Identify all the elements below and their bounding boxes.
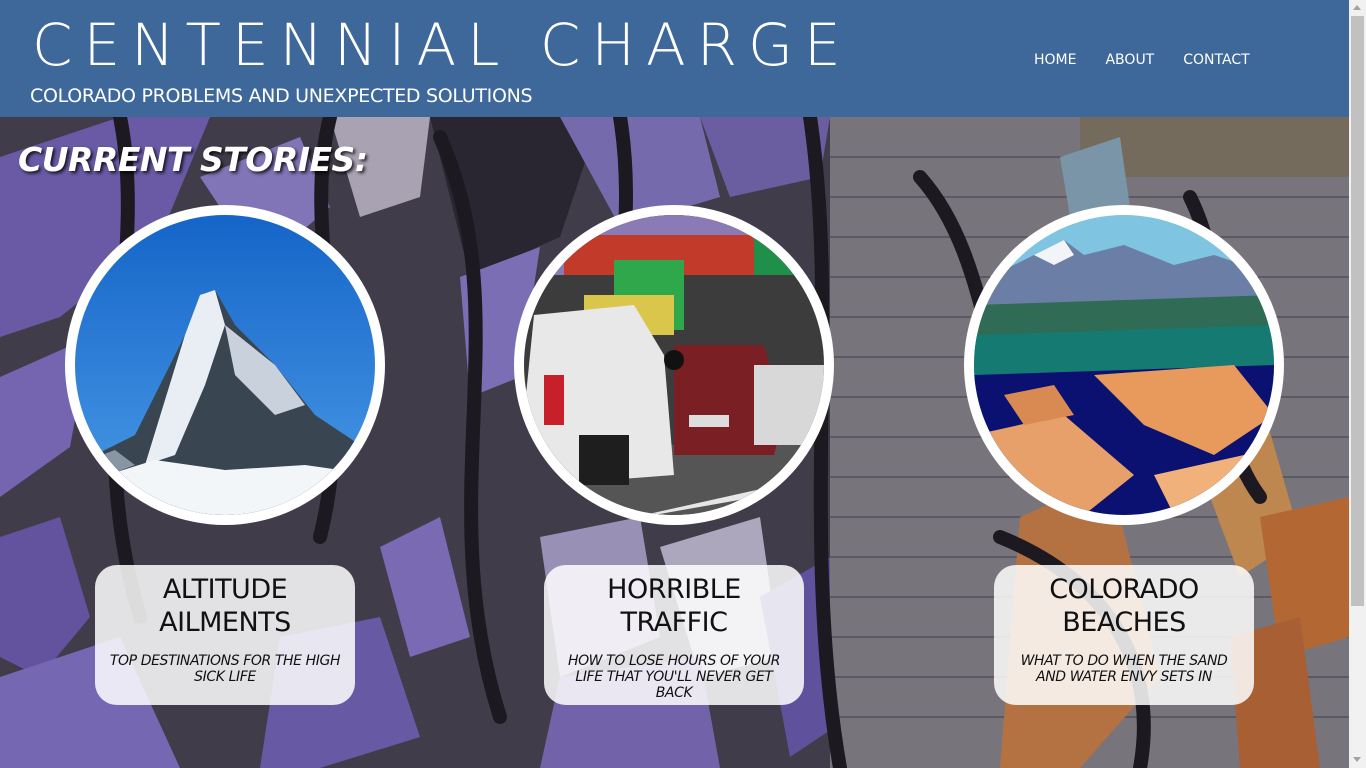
site-header: CENTENNIAL CHARGE COLORADO PROBLEMS AND … (0, 0, 1349, 117)
story-altitude-description: TOP DESTINATIONS FOR THE HIGH SICK LIFE (109, 653, 341, 685)
story-altitude-card[interactable]: ALTITUDE AILMENTS TOP DESTINATIONS FOR T… (95, 565, 355, 705)
story-traffic-image[interactable] (514, 205, 834, 525)
page-scrollbar[interactable] (1349, 0, 1366, 768)
site-title[interactable]: CENTENNIAL CHARGE (32, 12, 852, 78)
story-traffic-title-line2: TRAFFIC (620, 607, 728, 638)
current-stories-heading: CURRENT STORIES: (18, 140, 368, 179)
scroll-down-arrow-icon[interactable] (1353, 757, 1361, 762)
story-altitude-title-line1: ALTITUDE (162, 574, 288, 605)
story-traffic-title-line1: HORRIBLE (607, 574, 741, 605)
nav-contact-link[interactable]: CONTACT (1183, 50, 1249, 70)
story-altitude-image[interactable] (65, 205, 385, 525)
story-altitude-title-line2: AILMENTS (159, 607, 291, 638)
nav-about-link[interactable]: ABOUT (1105, 50, 1154, 70)
main-nav: HOME ABOUT CONTACT (1034, 50, 1279, 70)
story-beaches-image[interactable] (964, 205, 1284, 525)
story-traffic-description: HOW TO LOSE HOURS OF YOUR LIFE THAT YOU'… (567, 653, 781, 701)
nav-home-link[interactable]: HOME (1034, 50, 1076, 70)
story-beaches-description: WHAT TO DO WHEN THE SAND AND WATER ENVY … (1020, 653, 1228, 685)
story-beaches-title-line1: COLORADO (1049, 574, 1199, 605)
site-subtitle: COLORADO PROBLEMS AND UNEXPECTED SOLUTIO… (30, 85, 533, 107)
scroll-up-arrow-icon[interactable] (1353, 5, 1361, 10)
scrollbar-thumb[interactable] (1351, 16, 1364, 606)
story-traffic-card[interactable]: HORRIBLE TRAFFIC HOW TO LOSE HOURS OF YO… (544, 565, 804, 705)
story-beaches-card[interactable]: COLORADO BEACHES WHAT TO DO WHEN THE SAN… (994, 565, 1254, 705)
story-beaches-title-line2: BEACHES (1062, 607, 1186, 638)
